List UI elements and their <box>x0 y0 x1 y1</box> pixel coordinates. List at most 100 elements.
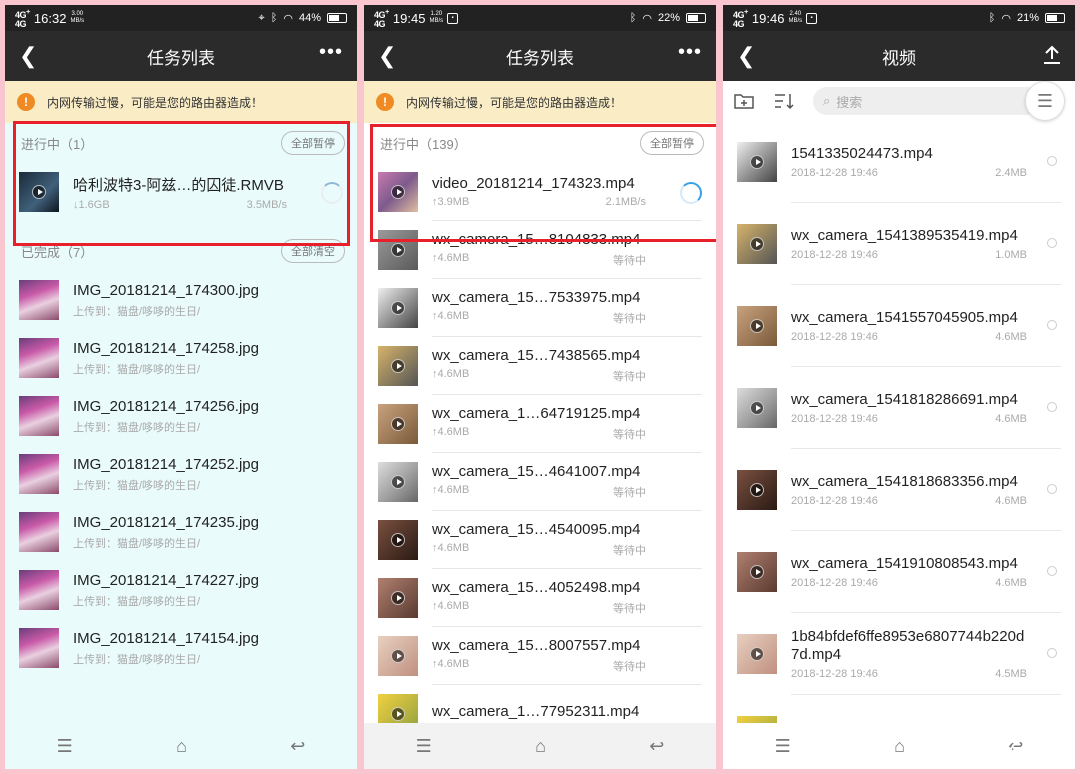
file-row[interactable]: wx_camera_1541557045905.mp4 2018-12-28 1… <box>723 285 1075 367</box>
queued-row[interactable]: wx_camera_15…4641007.mp4 ↑4.6MB 等待中 <box>364 453 716 511</box>
completed-row[interactable]: IMG_20181214_174300.jpg 上传到：猫盘/哆哆的生日/ <box>5 271 357 329</box>
search-input[interactable]: ⌕ 搜索 <box>813 87 1041 115</box>
system-nav-bar: ☰ ⌂ ↩ <box>364 723 716 769</box>
queued-row[interactable]: wx_camera_15…4540095.mp4 ↑4.6MB 等待中 <box>364 511 716 569</box>
queued-row[interactable]: wx_camera_15…8007557.mp4 ↑4.6MB 等待中 <box>364 627 716 685</box>
file-date: 2018-12-28 19:46 <box>791 248 878 261</box>
warning-text: 内网传输过慢，可能是您的路由器造成！ <box>406 95 623 110</box>
bluetooth-icon: ᛒ <box>270 12 278 24</box>
completed-row[interactable]: IMG_20181214_174252.jpg 上传到：猫盘/哆哆的生日/ <box>5 445 357 503</box>
file-row[interactable]: wx_camera_1542126291796.mp4 <box>723 695 1075 723</box>
video-thumbnail <box>737 388 777 428</box>
more-icon[interactable]: ••• <box>319 41 343 64</box>
select-radio[interactable] <box>1047 320 1057 330</box>
file-row[interactable]: wx_camera_1541818683356.mp4 2018-12-28 1… <box>723 449 1075 531</box>
file-date: 2018-12-28 19:46 <box>791 576 878 589</box>
file-row[interactable]: wx_camera_1541910808543.mp4 2018-12-28 1… <box>723 531 1075 613</box>
warning-icon: ! <box>17 93 35 111</box>
file-date: 2018-12-28 19:46 <box>791 330 878 343</box>
queued-row[interactable]: wx_camera_1…77952311.mp4 <box>364 685 716 723</box>
select-radio[interactable] <box>1047 156 1057 166</box>
photo-thumbnail <box>19 570 59 610</box>
sort-icon[interactable] <box>773 91 795 111</box>
new-folder-icon[interactable] <box>733 91 755 111</box>
video-thumbnail <box>737 552 777 592</box>
return-icon[interactable]: ↩ <box>649 736 664 757</box>
queued-row[interactable]: wx_camera_15…7438565.mp4 ↑4.6MB 等待中 <box>364 337 716 395</box>
return-icon[interactable]: ↩ <box>290 736 305 757</box>
play-icon <box>750 237 764 251</box>
phone-panel-2: 4G+ 4G 19:45 1.20 MB/s ▪ ᛒ ◠ 22% ❮ 任务列表 ••… <box>364 5 716 769</box>
menu-icon[interactable]: ☰ <box>57 736 73 757</box>
back-icon[interactable]: ❮ <box>378 43 396 69</box>
completed-row[interactable]: IMG_20181214_174258.jpg 上传到：猫盘/哆哆的生日/ <box>5 329 357 387</box>
battery-percent: 21% <box>1016 12 1039 24</box>
select-radio[interactable] <box>1047 566 1057 576</box>
upload-destination: 上传到：猫盘/哆哆的生日/ <box>73 537 201 550</box>
file-size: 4.6MB <box>995 412 1027 425</box>
file-name: wx_camera_1…77952311.mp4 <box>432 703 640 720</box>
menu-icon[interactable]: ☰ <box>775 736 791 757</box>
file-name: wx_camera_1541818683356.mp4 <box>791 472 1018 490</box>
file-size: ↑4.6MB <box>432 426 470 438</box>
status-time: 16:32 <box>33 10 67 26</box>
file-name: 1541335024473.mp4 <box>791 144 933 162</box>
signal-icon: 4G+ 4G <box>733 7 748 29</box>
queued-row[interactable]: wx_camera_1…64719125.mp4 ↑4.6MB 等待中 <box>364 395 716 453</box>
search-icon: ⌕ <box>823 93 831 108</box>
signal-icon: 4G+ 4G <box>15 7 30 29</box>
more-icon[interactable]: ••• <box>678 41 702 64</box>
menu-icon[interactable]: ☰ <box>416 736 432 757</box>
file-row[interactable]: 1b84bfdef6ffe8953e6807744b220d7d.mp4 201… <box>723 613 1075 695</box>
home-icon[interactable]: ⌂ <box>535 736 546 757</box>
file-size: 4.5MB <box>995 667 1027 680</box>
select-radio[interactable] <box>1047 648 1057 658</box>
home-icon[interactable]: ⌂ <box>176 736 187 757</box>
file-row[interactable]: 1541335024473.mp4 2018-12-28 19:46 2.4MB <box>723 121 1075 203</box>
play-icon <box>391 475 405 489</box>
play-icon <box>750 565 764 579</box>
back-icon[interactable]: ❮ <box>19 43 37 69</box>
play-icon <box>391 533 405 547</box>
notification-icon: ▪ <box>447 12 459 24</box>
signal-icon: 4G+ 4G <box>374 7 389 29</box>
status-time: 19:45 <box>392 10 426 26</box>
file-size: 4.6MB <box>995 494 1027 507</box>
file-size: 2.4MB <box>995 166 1027 179</box>
file-size: ↑4.6MB <box>432 368 470 380</box>
status-time: 19:46 <box>751 10 785 26</box>
completed-row[interactable]: IMG_20181214_174256.jpg 上传到：猫盘/哆哆的生日/ <box>5 387 357 445</box>
file-name: IMG_20181214_174258.jpg <box>73 339 259 357</box>
back-icon[interactable]: ❮ <box>737 43 755 69</box>
menu-toggle-button[interactable]: ☰ <box>1025 81 1065 121</box>
video-thumbnail <box>378 694 418 723</box>
select-radio[interactable] <box>1047 402 1057 412</box>
file-row[interactable]: wx_camera_1541818286691.mp4 2018-12-28 1… <box>723 367 1075 449</box>
highlight-box <box>370 124 716 242</box>
file-row[interactable]: wx_camera_1541389535419.mp4 2018-12-28 1… <box>723 203 1075 285</box>
completed-row[interactable]: IMG_20181214_174235.jpg 上传到：猫盘/哆哆的生日/ <box>5 503 357 561</box>
file-name: 1b84bfdef6ffe8953e6807744b220d7d.mp4 <box>791 627 1025 663</box>
completed-row[interactable]: IMG_20181214_174227.jpg 上传到：猫盘/哆哆的生日/ <box>5 561 357 619</box>
file-toolbar: ⌕ 搜索 ☰ <box>723 81 1075 121</box>
completed-row[interactable]: IMG_20181214_174154.jpg 上传到：猫盘/哆哆的生日/ <box>5 619 357 677</box>
select-radio[interactable] <box>1047 238 1057 248</box>
warning-icon: ! <box>376 93 394 111</box>
net-speed: 1.20 MB/s <box>429 11 444 24</box>
file-name: wx_camera_15…4540095.mp4 <box>432 521 641 538</box>
select-radio[interactable] <box>1047 484 1057 494</box>
system-nav-bar: ☰ ⌂ ↩ <box>5 723 357 769</box>
network-warning-banner: ! 内网传输过慢，可能是您的路由器造成！ <box>5 81 357 123</box>
upload-destination: 上传到：猫盘/哆哆的生日/ <box>73 595 201 608</box>
queued-row[interactable]: wx_camera_15…4052498.mp4 ↑4.6MB 等待中 <box>364 569 716 627</box>
queue-state: 等待中 <box>613 545 646 557</box>
upload-icon[interactable] <box>1041 44 1063 66</box>
file-name: IMG_20181214_174300.jpg <box>73 281 259 299</box>
video-thumbnail <box>378 404 418 444</box>
file-size: ↑4.6MB <box>432 252 470 264</box>
file-size: ↑4.6MB <box>432 542 470 554</box>
queued-row[interactable]: wx_camera_15…7533975.mp4 ↑4.6MB 等待中 <box>364 279 716 337</box>
bluetooth-icon: ᛒ <box>629 12 637 24</box>
upload-destination: 上传到：猫盘/哆哆的生日/ <box>73 363 201 376</box>
home-icon[interactable]: ⌂ <box>894 736 905 757</box>
